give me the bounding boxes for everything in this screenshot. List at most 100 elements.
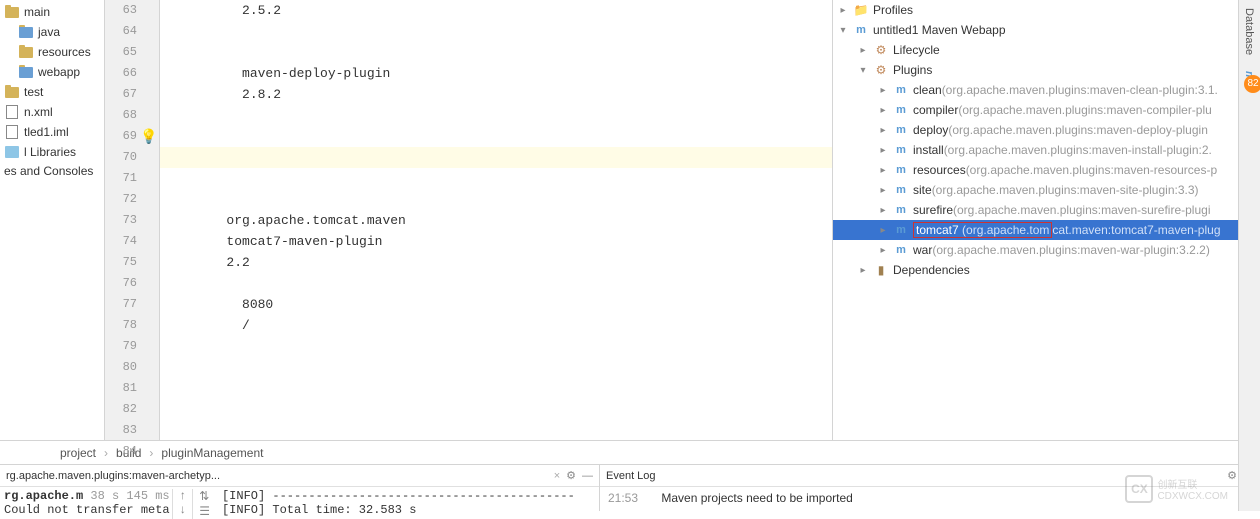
chevron-right-icon: ▸ (877, 185, 889, 196)
plugin-icon: m (893, 182, 909, 198)
code-line[interactable] (160, 399, 832, 420)
code-line[interactable] (160, 441, 832, 462)
xml-file-icon (4, 104, 20, 120)
close-tab-icon[interactable]: × (554, 470, 560, 482)
breadcrumb-item[interactable]: project (60, 446, 96, 460)
plugin-icon: m (893, 122, 909, 138)
profiles-icon: 📁 (853, 2, 869, 18)
chevron-right-icon: ▸ (877, 85, 889, 96)
watermark: CX 创新互联CDXWCX.COM (1125, 475, 1228, 503)
run-console: rg.apache.maven.plugins:maven-archetyp..… (0, 465, 600, 511)
library-icon (4, 144, 20, 160)
code-line[interactable] (160, 420, 832, 441)
plugin-icon: m (893, 242, 909, 258)
tree-item[interactable]: l Libraries (0, 142, 104, 162)
code-line[interactable] (160, 189, 832, 210)
plugin-icon: m (893, 202, 909, 218)
maven-plugin-clean[interactable]: ▸mclean (org.apache.maven.plugins:maven-… (833, 80, 1260, 100)
maven-dependencies[interactable]: ▸▮Dependencies (833, 260, 1260, 280)
code-line[interactable]: 2.2 (160, 252, 832, 273)
code-line[interactable] (160, 105, 832, 126)
code-line[interactable]: / (160, 315, 832, 336)
folder-icon (4, 4, 20, 20)
code-line[interactable] (160, 378, 832, 399)
code-line[interactable]: 2.5.2 (160, 0, 832, 21)
chevron-right-icon: ▸ (877, 205, 889, 216)
chevron-right-icon: ▸ (877, 165, 889, 176)
code-line[interactable] (160, 42, 832, 63)
database-tab[interactable]: Database (1239, 0, 1259, 63)
chevron-right-icon: ▸ (877, 125, 889, 136)
lifecycle-icon: ⚙ (873, 42, 889, 58)
console-toolbar2[interactable]: ⇅☰ (192, 489, 216, 519)
console-tab-bar: rg.apache.maven.plugins:maven-archetyp..… (0, 465, 599, 487)
maven-profiles[interactable]: ▸📁Profiles (833, 0, 1260, 20)
code-line[interactable]: 2.8.2 (160, 84, 832, 105)
plugin-icon: m (893, 162, 909, 178)
plugin-icon: m (893, 82, 909, 98)
project-tree[interactable]: main java resources webapp test n.xml tl… (0, 0, 105, 440)
maven-plugin-tomcat7[interactable]: ▸mtomcat7 (org.apache.tomcat.maven:tomca… (833, 220, 1260, 240)
dependencies-icon: ▮ (873, 262, 889, 278)
plugin-icon: m (893, 102, 909, 118)
maven-plugin-install[interactable]: ▸minstall (org.apache.maven.plugins:mave… (833, 140, 1260, 160)
maven-project[interactable]: ▾muntitled1 Maven Webapp (833, 20, 1260, 40)
gear-icon[interactable]: ⚙ (566, 469, 576, 482)
tree-item[interactable]: main (0, 2, 104, 22)
console-tab[interactable]: rg.apache.maven.plugins:maven-archetyp..… (6, 470, 554, 482)
right-tool-tabs: Database m 82 (1238, 0, 1260, 511)
code-line[interactable]: org.apache.tomcat.maven (160, 210, 832, 231)
chevron-right-icon: ▸ (877, 245, 889, 256)
maven-plugin-surefire[interactable]: ▸msurefire (org.apache.maven.plugins:mav… (833, 200, 1260, 220)
chevron-right-icon: ▸ (837, 5, 849, 16)
chevron-down-icon: ▾ (857, 65, 869, 76)
gear-icon[interactable]: ⚙ (1227, 469, 1237, 482)
maven-panel[interactable]: ▸📁Profiles ▾muntitled1 Maven Webapp ▸⚙Li… (832, 0, 1260, 440)
folder-icon (4, 84, 20, 100)
plugins-icon: ⚙ (873, 62, 889, 78)
code-line[interactable]: tomcat7-maven-plugin (160, 231, 832, 252)
maven-plugin-site[interactable]: ▸msite (org.apache.maven.plugins:maven-s… (833, 180, 1260, 200)
folder-icon (18, 24, 34, 40)
chevron-down-icon: ▾ (837, 25, 849, 36)
chevron-right-icon: ▸ (857, 45, 869, 56)
maven-plugins-node[interactable]: ▾⚙Plugins (833, 60, 1260, 80)
tree-item[interactable]: resources (0, 42, 104, 62)
plugin-icon: m (893, 222, 909, 238)
code-line[interactable] (160, 21, 832, 42)
code-line[interactable] (160, 357, 832, 378)
code-editor[interactable]: 6364656667686970717273747576777879808182… (105, 0, 832, 440)
minimize-icon[interactable]: — (582, 470, 593, 482)
chevron-right-icon: ▸ (877, 145, 889, 156)
console-toolbar[interactable]: ↑↓ (172, 489, 192, 519)
test-tree[interactable]: rg.apache.m 38 s 145 ms Could not transf… (4, 489, 172, 519)
event-message: Maven projects need to be imported (661, 491, 852, 505)
tree-item[interactable]: tled1.iml (0, 122, 104, 142)
code-line[interactable] (160, 336, 832, 357)
maven-plugin-war[interactable]: ▸mwar (org.apache.maven.plugins:maven-wa… (833, 240, 1260, 260)
tree-item[interactable]: java (0, 22, 104, 42)
gutter[interactable]: 6364656667686970717273747576777879808182… (105, 0, 160, 440)
code-line[interactable] (160, 168, 832, 189)
event-time: 21:53 (608, 491, 638, 505)
console-output[interactable]: [INFO] ---------------------------------… (216, 489, 575, 519)
intention-bulb-icon[interactable]: 💡 (140, 128, 157, 149)
folder-icon (18, 64, 34, 80)
file-icon (4, 124, 20, 140)
maven-plugin-resources[interactable]: ▸mresources (org.apache.maven.plugins:ma… (833, 160, 1260, 180)
notification-badge[interactable]: 82 (1244, 75, 1260, 93)
tree-item[interactable]: n.xml (0, 102, 104, 122)
code-line[interactable] (160, 147, 832, 168)
code-line[interactable] (160, 273, 832, 294)
tree-item[interactable]: es and Consoles (0, 162, 104, 180)
code-line[interactable]: maven-deploy-plugin (160, 63, 832, 84)
maven-plugin-compiler[interactable]: ▸mcompiler (org.apache.maven.plugins:mav… (833, 100, 1260, 120)
tree-item[interactable]: webapp (0, 62, 104, 82)
code-line[interactable] (160, 126, 832, 147)
folder-icon (18, 44, 34, 60)
maven-lifecycle[interactable]: ▸⚙Lifecycle (833, 40, 1260, 60)
chevron-right-icon: ▸ (877, 225, 889, 236)
tree-item[interactable]: test (0, 82, 104, 102)
maven-plugin-deploy[interactable]: ▸mdeploy (org.apache.maven.plugins:maven… (833, 120, 1260, 140)
code-line[interactable]: 8080 (160, 294, 832, 315)
